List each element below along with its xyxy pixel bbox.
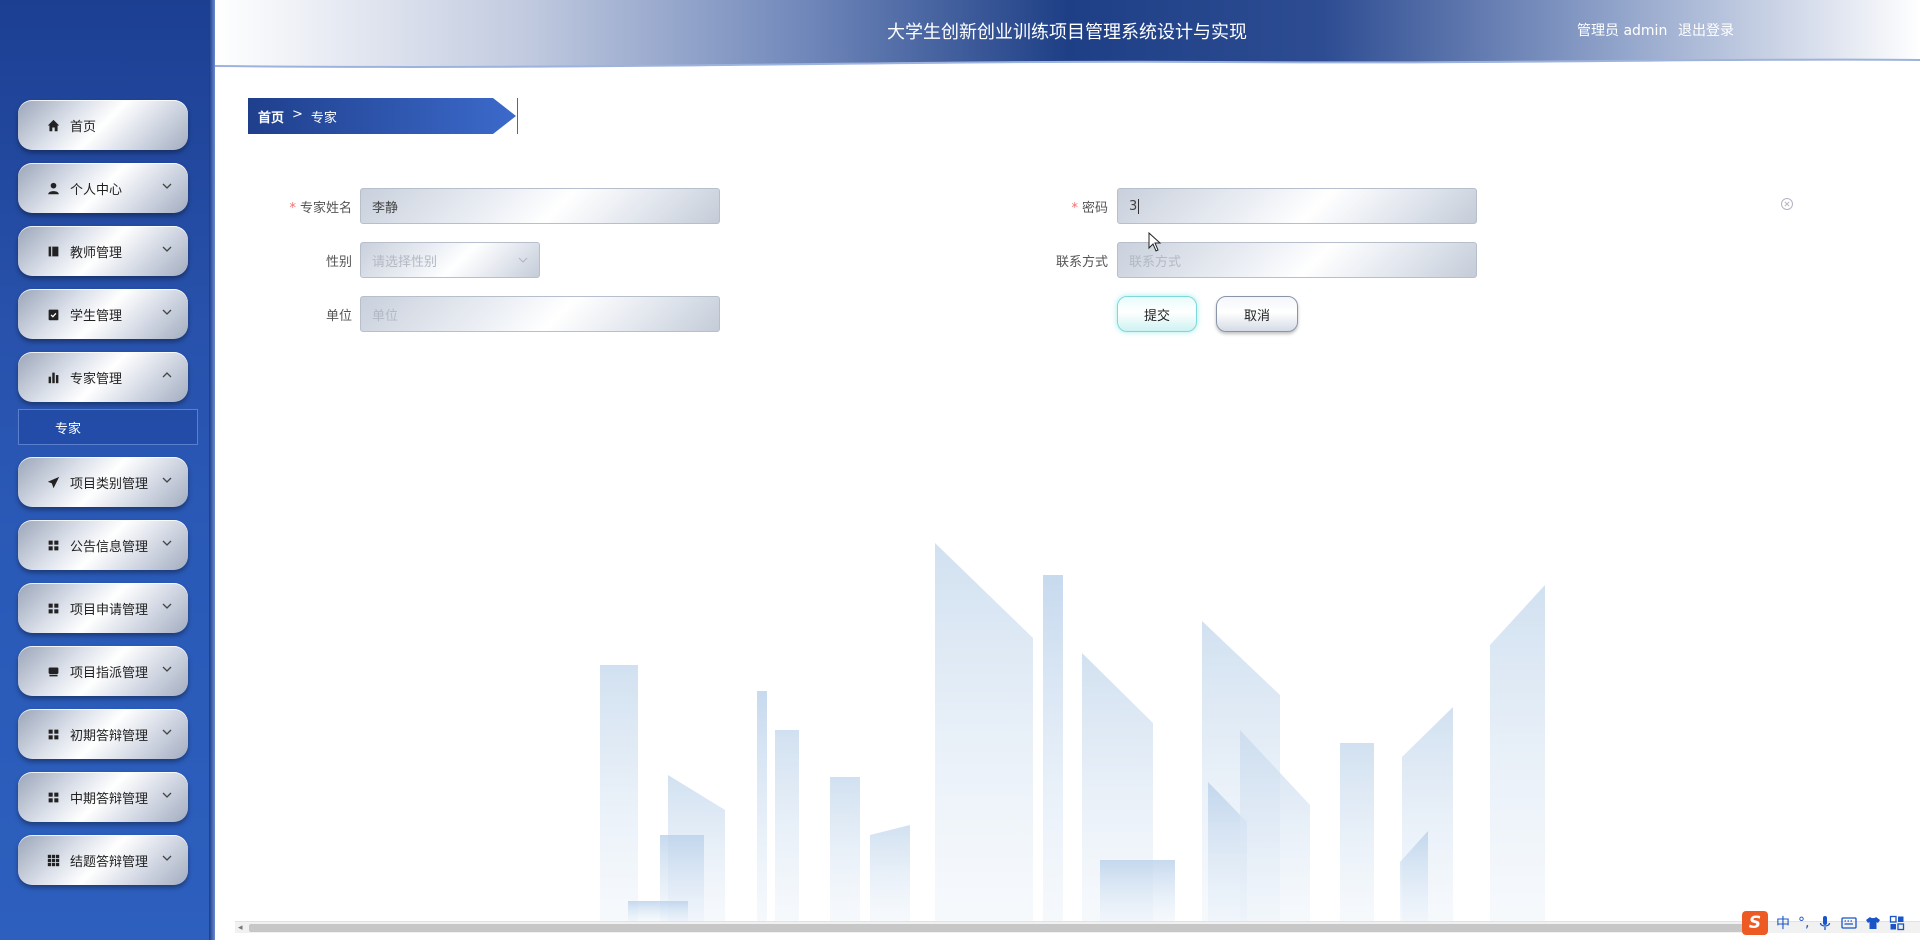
gender-label: 性别 bbox=[325, 255, 352, 270]
home-icon bbox=[46, 118, 60, 132]
sidebar: 首页 个人中心 教师管理 学生管理 专家管理 专家 项目类别管理 公告信息管理 … bbox=[0, 0, 215, 940]
toolbox-grid-icon[interactable] bbox=[1889, 915, 1905, 931]
sidebar-item-label: 项目类别管理 bbox=[70, 476, 149, 492]
ime-toolbar: S 中 °, bbox=[1742, 910, 1905, 936]
password-label: * 密码 bbox=[1071, 201, 1108, 216]
chevron-down-icon bbox=[160, 473, 174, 487]
sidebar-subitem-expert[interactable]: 专家 bbox=[18, 409, 198, 445]
contact-label: 联系方式 bbox=[1055, 255, 1108, 270]
chevron-down-icon bbox=[160, 725, 174, 739]
sidebar-nav: 首页 个人中心 教师管理 学生管理 专家管理 专家 项目类别管理 公告信息管理 … bbox=[18, 100, 198, 898]
keyboard-icon[interactable] bbox=[1841, 915, 1858, 931]
breadcrumb-divider bbox=[517, 98, 518, 134]
cancel-button[interactable]: 取消 bbox=[1216, 296, 1298, 332]
unit-input[interactable]: 单位 bbox=[360, 296, 720, 332]
contact-input[interactable]: 联系方式 bbox=[1117, 242, 1477, 278]
password-input[interactable]: 3 bbox=[1117, 188, 1477, 224]
sogou-logo-icon[interactable]: S bbox=[1742, 911, 1768, 935]
current-user: 管理员 admin bbox=[1577, 23, 1668, 39]
sidebar-item-label: 初期答辩管理 bbox=[70, 728, 149, 744]
sidebar-item-project-categories[interactable]: 项目类别管理 bbox=[18, 457, 188, 507]
chevron-up-icon bbox=[160, 368, 174, 382]
unit-label: 单位 bbox=[325, 309, 352, 324]
scroll-left-icon[interactable]: ◂ bbox=[238, 923, 246, 933]
sidebar-item-experts[interactable]: 专家管理 bbox=[18, 352, 188, 402]
chevron-down-icon bbox=[160, 599, 174, 613]
sidebar-item-label: 专家管理 bbox=[70, 371, 123, 387]
app-title: 大学生创新创业训练项目管理系统设计与实现 bbox=[887, 22, 1247, 43]
sidebar-item-label: 教师管理 bbox=[70, 245, 123, 261]
sidebar-item-announcements[interactable]: 公告信息管理 bbox=[18, 520, 188, 570]
sidebar-item-label: 公告信息管理 bbox=[70, 539, 149, 555]
name-input[interactable]: 李静 bbox=[360, 188, 720, 224]
sidebar-item-final-defense[interactable]: 结题答辩管理 bbox=[18, 835, 188, 885]
grid-icon bbox=[46, 538, 60, 552]
sidebar-item-project-assignments[interactable]: 项目指派管理 bbox=[18, 646, 188, 696]
text-cursor bbox=[1138, 198, 1140, 214]
sidebar-item-students[interactable]: 学生管理 bbox=[18, 289, 188, 339]
sidebar-item-label: 首页 bbox=[70, 119, 97, 135]
book-icon bbox=[46, 244, 60, 258]
name-label: * 专家姓名 bbox=[289, 201, 352, 216]
grid-icon bbox=[46, 601, 60, 615]
city-skyline-illustration bbox=[600, 543, 1545, 921]
user-icon bbox=[46, 181, 60, 195]
breadcrumb-current: 专家 bbox=[310, 111, 337, 126]
gender-select[interactable]: 请选择性别 bbox=[360, 242, 540, 278]
sidebar-item-initial-defense[interactable]: 初期答辩管理 bbox=[18, 709, 188, 759]
logout-link[interactable]: 退出登录 bbox=[1678, 20, 1734, 40]
sidebar-item-profile[interactable]: 个人中心 bbox=[18, 163, 188, 213]
sidebar-item-label: 个人中心 bbox=[70, 182, 123, 198]
grid-icon bbox=[46, 790, 60, 804]
ime-language[interactable]: 中 bbox=[1776, 913, 1790, 933]
microphone-icon[interactable] bbox=[1817, 915, 1833, 931]
sidebar-item-midterm-defense[interactable]: 中期答辩管理 bbox=[18, 772, 188, 822]
chevron-down-icon bbox=[160, 536, 174, 550]
sidebar-item-label: 项目指派管理 bbox=[70, 665, 149, 681]
scrollbar-thumb[interactable] bbox=[249, 924, 1749, 932]
sidebar-item-label: 项目申请管理 bbox=[70, 602, 149, 618]
sidebar-item-teachers[interactable]: 教师管理 bbox=[18, 226, 188, 276]
mouse-cursor-icon bbox=[1148, 232, 1162, 252]
send-icon bbox=[46, 475, 60, 489]
skin-shirt-icon[interactable] bbox=[1865, 915, 1881, 931]
sidebar-item-home[interactable]: 首页 bbox=[18, 100, 188, 150]
chevron-down-icon bbox=[160, 305, 174, 319]
bar-chart-icon bbox=[46, 370, 60, 384]
sidebar-item-label: 中期答辩管理 bbox=[70, 791, 149, 807]
clear-icon[interactable] bbox=[1780, 197, 1794, 211]
breadcrumb-separator: > bbox=[292, 107, 303, 122]
breadcrumb: 首页 > 专家 bbox=[248, 98, 518, 134]
sidebar-item-label: 学生管理 bbox=[70, 308, 123, 324]
required-mark: * bbox=[289, 201, 296, 216]
clipboard-check-icon bbox=[46, 307, 60, 321]
sidebar-item-project-applications[interactable]: 项目申请管理 bbox=[18, 583, 188, 633]
breadcrumb-home[interactable]: 首页 bbox=[258, 107, 284, 126]
apps-icon bbox=[46, 853, 60, 867]
chevron-down-icon bbox=[160, 179, 174, 193]
chevron-down-icon bbox=[160, 662, 174, 676]
chevron-down-icon bbox=[160, 851, 174, 865]
chevron-down-icon bbox=[160, 788, 174, 802]
horizontal-scrollbar[interactable]: ◂ bbox=[235, 921, 1920, 933]
chevron-down-icon bbox=[517, 254, 529, 266]
grid-icon bbox=[46, 727, 60, 741]
ime-punctuation[interactable]: °, bbox=[1798, 915, 1809, 931]
sidebar-item-label: 结题答辩管理 bbox=[70, 854, 149, 870]
header: 大学生创新创业训练项目管理系统设计与实现 管理员 admin 退出登录 bbox=[215, 0, 1920, 70]
inbox-icon bbox=[46, 664, 60, 678]
required-mark: * bbox=[1071, 201, 1078, 216]
submit-button[interactable]: 提交 bbox=[1117, 296, 1197, 332]
chevron-down-icon bbox=[160, 242, 174, 256]
